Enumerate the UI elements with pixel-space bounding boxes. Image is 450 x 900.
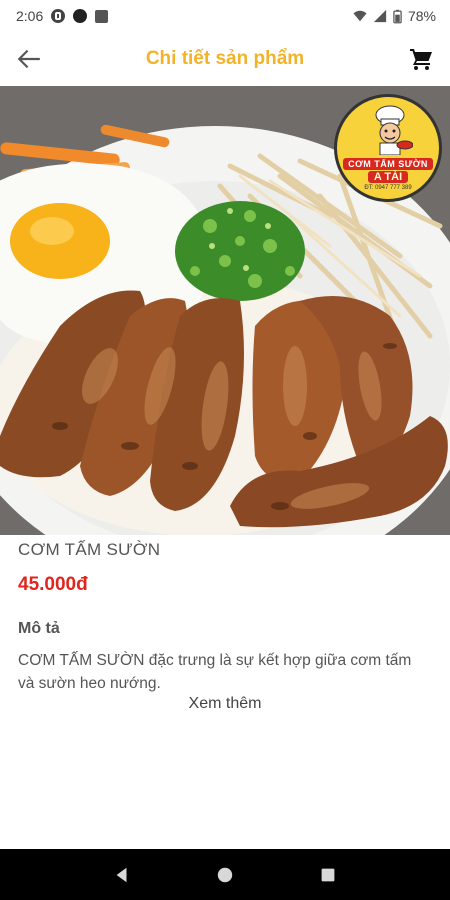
- arrow-left-icon: [17, 49, 40, 69]
- status-left: 2:06: [16, 8, 109, 24]
- signal-icon: [373, 9, 387, 23]
- back-triangle-icon: [116, 867, 127, 882]
- recents-square-icon: [321, 868, 335, 881]
- system-nav-bar: [0, 849, 450, 900]
- product-price: 45.000đ: [18, 574, 88, 595]
- description-text: CƠM TẤM SƯỜN đặc trưng là sự kết hợp giữ…: [18, 652, 412, 692]
- app-bar: Chi tiết sản phẩm: [0, 32, 450, 86]
- wifi-icon: [353, 10, 367, 22]
- notification-icon: [51, 9, 66, 23]
- back-button[interactable]: [12, 42, 46, 76]
- home-circle-icon: [217, 867, 233, 882]
- page-title: Chi tiết sản phẩm: [145, 48, 305, 69]
- description-heading: Mô tả: [18, 620, 60, 637]
- nav-recents-button[interactable]: [313, 860, 343, 890]
- logo-brand-text: CƠM TẤM SƯỜN: [343, 158, 433, 170]
- cart-button[interactable]: [404, 42, 438, 76]
- cart-icon: [410, 49, 432, 70]
- logo-name-text: A TÀI: [367, 171, 409, 183]
- battery-icon: [393, 9, 402, 23]
- record-icon: [73, 9, 88, 23]
- nav-back-button[interactable]: [107, 860, 137, 890]
- logo-phone-text: ĐT: 0947 777 389: [364, 185, 412, 191]
- see-more-button[interactable]: Xem thêm: [0, 695, 450, 713]
- battery-percent: 78%: [407, 8, 436, 24]
- product-name: CƠM TẤM SƯỜN: [18, 540, 161, 559]
- status-bar: 2:06 78%: [0, 0, 450, 32]
- nav-home-button[interactable]: [210, 860, 240, 890]
- status-time: 2:06: [16, 8, 44, 24]
- restaurant-logo: CƠM TẤM SƯỜN A TÀI ĐT: 0947 777 389: [334, 94, 442, 202]
- chef-mascot-icon: [375, 105, 413, 155]
- status-right: 78%: [353, 8, 436, 24]
- square-app-icon: [95, 9, 109, 23]
